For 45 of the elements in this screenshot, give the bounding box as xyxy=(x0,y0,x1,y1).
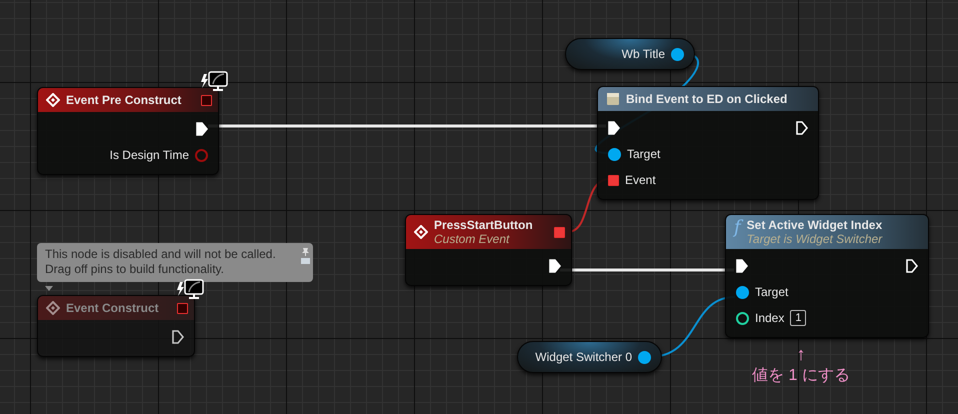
value-field[interactable]: 1 xyxy=(790,310,806,326)
diamond-icon xyxy=(46,93,60,107)
pin-label: Index xyxy=(755,311,784,325)
delegate-pin[interactable] xyxy=(201,94,212,106)
exec-pin[interactable] xyxy=(906,259,918,273)
object-pin[interactable] xyxy=(736,286,749,298)
variable-node[interactable]: Widget Switcher 0 xyxy=(517,341,662,373)
box-icon xyxy=(606,92,620,106)
function-icon: f xyxy=(734,218,741,238)
graph-node[interactable]: Bind Event to ED on Clicked Target Event xyxy=(597,86,819,200)
exec-pin[interactable] xyxy=(796,121,808,135)
comment-pointer xyxy=(45,286,53,291)
diamond-icon xyxy=(414,225,428,239)
node-title: Bind Event to ED on Clicked xyxy=(626,92,788,106)
object-pin[interactable] xyxy=(608,148,621,160)
exec-pin[interactable] xyxy=(549,259,561,273)
pin-label: Target xyxy=(755,285,788,299)
exec-pin[interactable] xyxy=(608,121,620,135)
annotation-text: 値を 1 にする xyxy=(752,366,850,386)
pin-label: Target xyxy=(627,147,660,161)
int-pin[interactable] xyxy=(736,312,749,324)
delegate-pin[interactable] xyxy=(608,174,619,186)
comment-text: This node is disabled and will not be called. Drag off pins to build functionality. xyxy=(45,247,277,277)
graph-node[interactable]: PressStartButton Custom Event xyxy=(405,214,572,286)
object-pin[interactable] xyxy=(638,350,651,364)
pushpin-icon[interactable] xyxy=(301,247,310,265)
graph-node[interactable]: Event Pre Construct Is Design Time xyxy=(37,87,219,175)
node-subtitle: Custom Event xyxy=(434,232,511,246)
delegate-pin[interactable] xyxy=(554,226,565,238)
node-title: Event Construct xyxy=(66,301,160,315)
exec-pin[interactable] xyxy=(736,259,748,273)
object-pin[interactable] xyxy=(671,48,684,60)
pin-label: Event xyxy=(625,173,656,187)
node-title: Set Active Widget Index xyxy=(746,218,884,232)
node-subtitle: Target is Widget Switcher xyxy=(746,232,884,246)
diamond-icon xyxy=(46,301,60,315)
annotation-arrow: ↑ xyxy=(796,343,806,365)
exec-pin[interactable] xyxy=(196,122,208,136)
node-title: PressStartButton xyxy=(434,218,534,232)
pin-label: Is Design Time xyxy=(110,148,189,162)
variable-name: Widget Switcher 0 xyxy=(535,350,632,364)
graph-node[interactable]: f Set Active Widget Index Target is Widget Switcher Target Index 1 xyxy=(725,214,929,338)
node-title: Event Pre Construct xyxy=(66,93,182,107)
variable-name: Wb Title xyxy=(622,47,665,61)
variable-node[interactable]: Wb Title xyxy=(565,38,695,70)
